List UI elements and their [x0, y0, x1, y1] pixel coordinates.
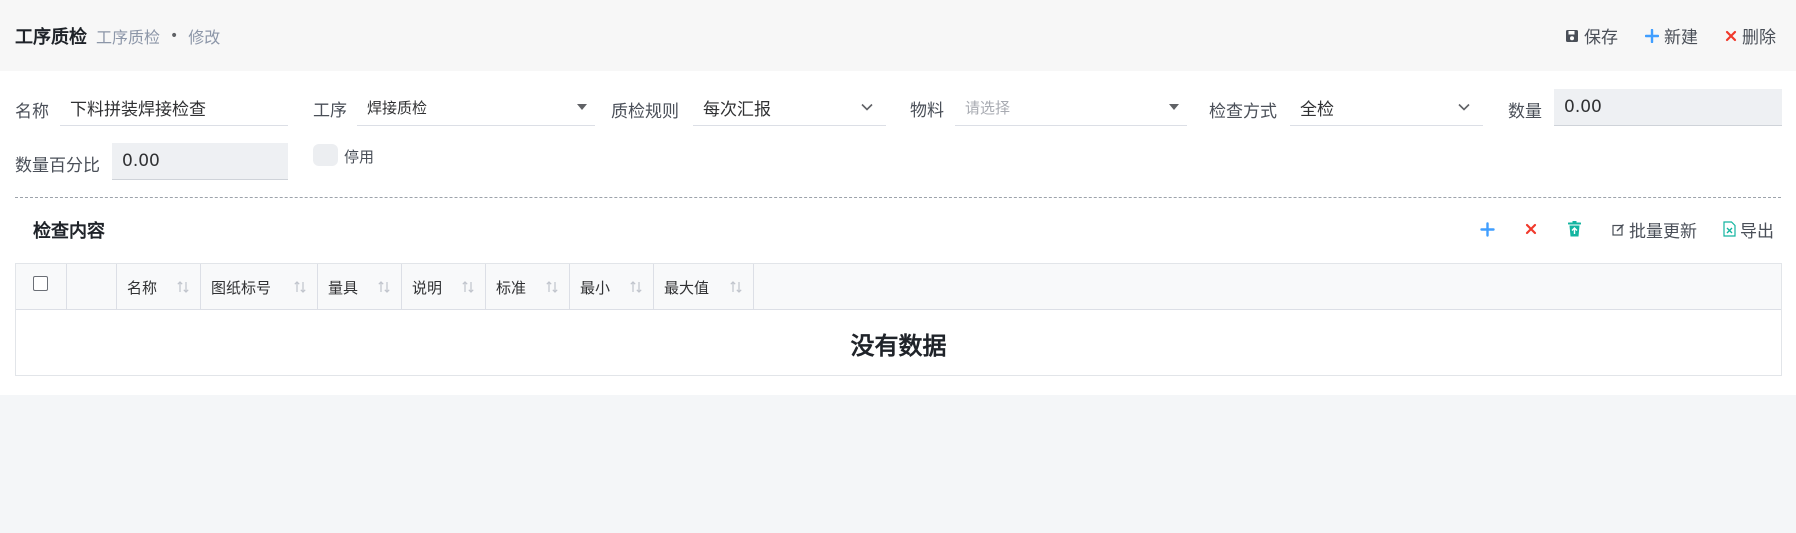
trash-icon: [1568, 221, 1581, 237]
qty-input[interactable]: 0.00: [1554, 89, 1782, 126]
method-select[interactable]: 全检: [1290, 89, 1483, 126]
remove-row-button[interactable]: [1525, 223, 1541, 235]
batch-update-label: 批量更新: [1629, 221, 1697, 242]
sort-icon[interactable]: [293, 280, 307, 294]
close-icon: [1725, 30, 1737, 41]
add-row-button[interactable]: [1480, 221, 1499, 237]
sort-icon[interactable]: [729, 280, 743, 294]
material-select-placeholder: 请选择: [965, 98, 1011, 117]
name-input-value: 下料拼装焊接检查: [70, 99, 206, 120]
index-column: [67, 264, 117, 310]
new-button-label: 新建: [1664, 28, 1698, 48]
column-header-label: 量具: [328, 278, 359, 297]
column-header[interactable]: 量具: [318, 264, 402, 310]
save-button[interactable]: 保存: [1565, 23, 1618, 48]
breadcrumb-item-module[interactable]: 工序质检: [96, 24, 160, 48]
batch-update-button[interactable]: 批量更新: [1612, 217, 1697, 242]
select-all-checkbox[interactable]: [33, 276, 48, 291]
name-input[interactable]: 下料拼装焊接检查: [60, 89, 288, 126]
page-title: 工序质检: [15, 26, 87, 48]
column-header[interactable]: 名称: [117, 264, 201, 310]
delete-button-label: 删除: [1742, 28, 1776, 48]
divider: [15, 197, 1781, 198]
rule-select-value: 每次汇报: [703, 99, 771, 120]
process-select-value: 焊接质检: [367, 98, 428, 117]
plus-icon: [1480, 221, 1495, 237]
rule-select[interactable]: 每次汇报: [693, 89, 886, 126]
sort-icon[interactable]: [545, 280, 559, 294]
breadcrumb-separator: •: [170, 27, 179, 44]
breadcrumb-item-edit: 修改: [188, 27, 221, 47]
column-header-label: 说明: [412, 278, 443, 297]
sort-icon[interactable]: [461, 280, 475, 294]
new-button[interactable]: 新建: [1645, 23, 1698, 48]
qty-label: 数量: [1508, 102, 1542, 122]
column-header[interactable]: 说明: [402, 264, 486, 310]
select-all-column: [16, 264, 67, 310]
qty-input-value: 0.00: [1564, 97, 1602, 117]
column-header-label: 图纸标号: [211, 278, 272, 297]
method-label: 检查方式: [1209, 102, 1277, 122]
clear-button[interactable]: [1567, 221, 1586, 237]
column-header[interactable]: 标准: [486, 264, 570, 310]
column-header-label: 最大值: [664, 278, 710, 297]
column-header-label: 名称: [127, 278, 158, 297]
sort-icon[interactable]: [176, 280, 190, 294]
section-title: 检查内容: [33, 221, 105, 242]
column-header[interactable]: 最大值: [654, 264, 754, 310]
toolbar: 保存 新建 删除: [1538, 0, 1776, 71]
inspection-table: 名称 图纸标号 量具 说明 标准 最小 最大值 没有数据: [15, 263, 1782, 376]
pct-input[interactable]: 0.00: [112, 143, 288, 180]
close-icon: [1525, 223, 1537, 235]
process-label: 工序: [313, 101, 347, 121]
export-label: 导出: [1740, 221, 1774, 242]
column-header-label: 最小: [580, 278, 611, 297]
chevron-down-icon: [861, 103, 873, 111]
empty-state: 没有数据: [850, 331, 947, 360]
export-button[interactable]: 导出: [1723, 217, 1774, 242]
disable-toggle[interactable]: [313, 144, 338, 166]
material-select[interactable]: 请选择: [955, 89, 1187, 126]
save-button-label: 保存: [1584, 28, 1618, 48]
excel-icon: [1723, 221, 1736, 237]
form-panel: 名称 下料拼装焊接检查 工序 焊接质检 质检规则 每次汇报 物料 请选择 检查方…: [0, 71, 1796, 395]
sort-icon[interactable]: [629, 280, 643, 294]
process-select[interactable]: 焊接质检: [357, 89, 595, 126]
column-header-label: 标准: [496, 278, 527, 297]
rule-label: 质检规则: [611, 102, 679, 122]
plus-icon: [1645, 28, 1659, 43]
material-label: 物料: [910, 101, 944, 121]
column-header[interactable]: 最小: [570, 264, 654, 310]
caret-down-icon: [577, 104, 587, 110]
page-header: 工序质检 工序质检 • 修改: [0, 0, 1796, 71]
delete-button[interactable]: 删除: [1725, 23, 1776, 48]
section-actions: 批量更新 导出: [1454, 214, 1774, 244]
name-label: 名称: [15, 102, 49, 122]
edit-icon: [1612, 223, 1624, 236]
table-header: 名称 图纸标号 量具 说明 标准 最小 最大值: [16, 264, 1781, 310]
caret-down-icon: [1169, 104, 1179, 110]
column-header[interactable]: 图纸标号: [201, 264, 318, 310]
chevron-down-icon: [1458, 103, 1470, 111]
disable-label: 停用: [344, 148, 375, 166]
save-icon: [1566, 29, 1578, 42]
sort-icon[interactable]: [377, 280, 391, 294]
pct-input-value: 0.00: [122, 151, 160, 171]
method-select-value: 全检: [1300, 99, 1334, 120]
pct-label: 数量百分比: [15, 156, 100, 176]
